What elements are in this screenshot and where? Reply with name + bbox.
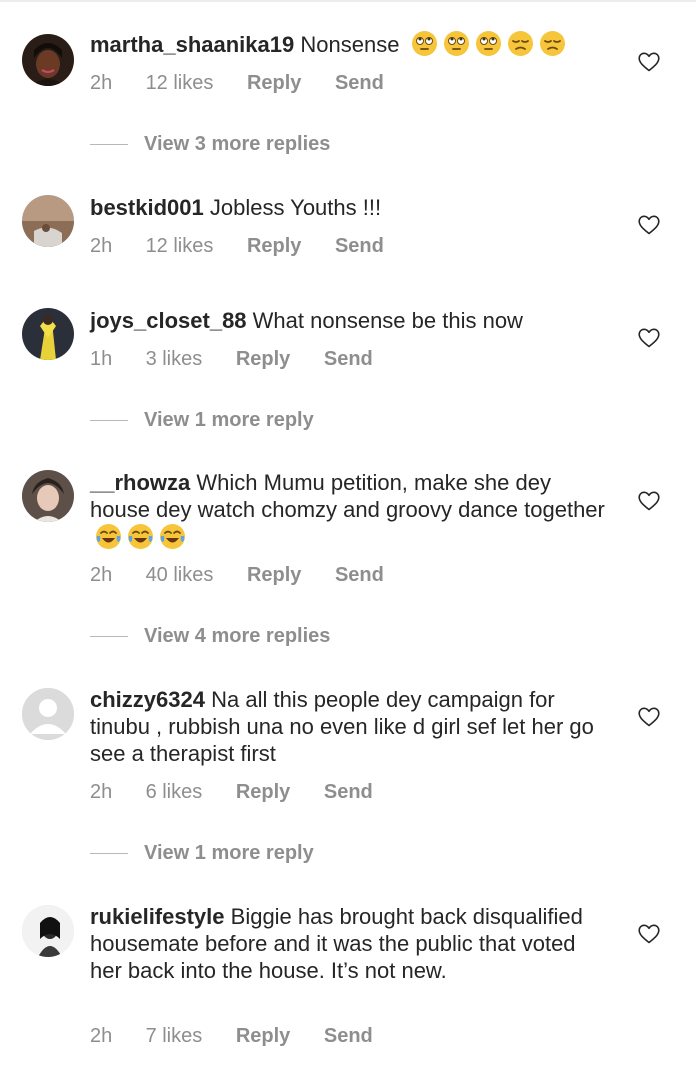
avatar[interactable] (22, 308, 74, 360)
comment-likes[interactable]: 6 likes (146, 781, 203, 804)
comment-likes[interactable]: 3 likes (146, 348, 203, 371)
tears-of-joy-emoji (159, 523, 186, 550)
comment-meta: 1h 3 likes Reply Send (90, 348, 373, 371)
comment-time: 2h (90, 781, 113, 803)
user-photo (22, 470, 74, 522)
view-more-replies[interactable]: View 1 more reply (90, 842, 314, 865)
comment-likes[interactable]: 12 likes (146, 72, 214, 95)
send-button[interactable]: Send (335, 235, 384, 258)
comment-meta: 2h 12 likes Reply Send (90, 235, 384, 258)
view-more-label: View 1 more reply (144, 409, 314, 431)
comment-body: martha_shaanika19 Nonsense (90, 30, 610, 58)
comment-time: 2h (90, 72, 113, 94)
heart-outline-icon[interactable] (638, 215, 660, 235)
send-button[interactable]: Send (335, 72, 384, 95)
view-more-label: View 1 more reply (144, 842, 314, 864)
comment-time: 1h (90, 348, 113, 370)
comment-username[interactable]: martha_shaanika19 (90, 32, 294, 57)
comment-meta: 2h 7 likes Reply Send (90, 1025, 373, 1048)
replies-divider (90, 420, 128, 421)
send-button[interactable]: Send (324, 781, 373, 804)
reply-button[interactable]: Reply (236, 1025, 290, 1048)
unamused-emoji (507, 30, 534, 57)
comment-username[interactable]: rukielifestyle (90, 904, 225, 929)
comment-likes[interactable]: 40 likes (146, 564, 214, 587)
eye-roll-emoji (475, 30, 502, 57)
send-button[interactable]: Send (335, 564, 384, 587)
comment-body: chizzy6324 Na all this people dey campai… (90, 686, 610, 767)
comment-text: Nonsense (300, 32, 400, 57)
tears-of-joy-emoji (127, 523, 154, 550)
user-photo (22, 905, 74, 957)
reply-button[interactable]: Reply (247, 564, 301, 587)
heart-outline-icon[interactable] (638, 924, 660, 944)
replies-divider (90, 636, 128, 637)
heart-outline-icon[interactable] (638, 491, 660, 511)
reply-button[interactable]: Reply (247, 72, 301, 95)
avatar[interactable] (22, 34, 74, 86)
comment-username[interactable]: joys_closet_88 (90, 308, 247, 333)
default-avatar-silhouette (22, 688, 74, 740)
view-more-label: View 4 more replies (144, 625, 331, 647)
comment-meta: 2h 12 likes Reply Send (90, 72, 384, 95)
comment-meta: 2h 40 likes Reply Send (90, 564, 384, 587)
replies-divider (90, 144, 128, 145)
comment-time: 2h (90, 235, 113, 257)
reply-button[interactable]: Reply (236, 781, 290, 804)
avatar[interactable] (22, 470, 74, 522)
avatar[interactable] (22, 905, 74, 957)
comment-body: rukielifestyle Biggie has brought back d… (90, 903, 610, 984)
comment-time: 2h (90, 564, 113, 586)
comment-likes[interactable]: 7 likes (146, 1025, 203, 1048)
send-button[interactable]: Send (324, 348, 373, 371)
tears-of-joy-emoji (95, 523, 122, 550)
comment-body: joys_closet_88 What nonsense be this now (90, 307, 610, 334)
heart-outline-icon[interactable] (638, 52, 660, 72)
comment-body: __rhowza Which Mumu petition, make she d… (90, 469, 610, 551)
top-divider (0, 0, 696, 2)
user-photo (22, 308, 74, 360)
avatar[interactable] (22, 195, 74, 247)
comment-text: What nonsense be this now (252, 308, 523, 333)
view-more-label: View 3 more replies (144, 133, 331, 155)
reply-button[interactable]: Reply (236, 348, 290, 371)
eye-roll-emoji (411, 30, 438, 57)
comment-username[interactable]: __rhowza (90, 470, 190, 495)
comment-meta: 2h 6 likes Reply Send (90, 781, 373, 804)
send-button[interactable]: Send (324, 1025, 373, 1048)
heart-outline-icon[interactable] (638, 328, 660, 348)
eye-roll-emoji (443, 30, 470, 57)
comment-time: 2h (90, 1025, 113, 1047)
replies-divider (90, 853, 128, 854)
reply-button[interactable]: Reply (247, 235, 301, 258)
heart-outline-icon[interactable] (638, 707, 660, 727)
comment-text: Jobless Youths !!! (209, 195, 382, 220)
default-avatar-icon[interactable] (22, 688, 74, 740)
comment-likes[interactable]: 12 likes (146, 235, 214, 258)
user-photo (22, 195, 74, 247)
unamused-emoji (539, 30, 566, 57)
view-more-replies[interactable]: View 4 more replies (90, 625, 330, 648)
comment-username[interactable]: chizzy6324 (90, 687, 205, 712)
comment-body: bestkid001 Jobless Youths !!! (90, 194, 610, 221)
view-more-replies[interactable]: View 1 more reply (90, 409, 314, 432)
user-photo (22, 34, 74, 86)
comment-username[interactable]: bestkid001 (90, 195, 204, 220)
view-more-replies[interactable]: View 3 more replies (90, 133, 330, 156)
